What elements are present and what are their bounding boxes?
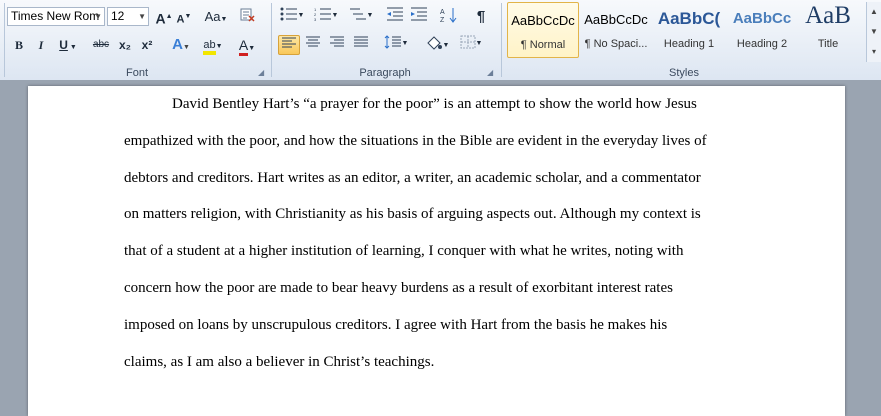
subscript-button[interactable]: x₂: [115, 35, 135, 55]
grow-font-button[interactable]: A▲: [155, 7, 173, 27]
shrink-font-button[interactable]: A▼: [175, 7, 193, 27]
underline-icon: U: [59, 38, 68, 52]
dialog-launcher-icon[interactable]: ◢: [487, 69, 495, 77]
document-page[interactable]: David Bentley Hart’s “a prayer for the p…: [28, 86, 845, 416]
highlight-button[interactable]: ab▼: [199, 35, 227, 55]
paragraph-group-label: Paragraph: [359, 67, 411, 79]
shading-button[interactable]: ▼: [422, 35, 452, 55]
align-center-button[interactable]: [302, 35, 324, 55]
paint-bucket-icon: [426, 36, 442, 50]
font-size-value: 12: [111, 9, 125, 23]
align-left-icon: [282, 37, 296, 48]
show-formatting-button[interactable]: ¶: [470, 7, 492, 27]
sort-button[interactable]: AZ: [438, 7, 460, 27]
font-group: Times New Rom ▼ 12 ▼ A▲ A▼ Aa▼ B I U ▼ a…: [5, 0, 269, 80]
grow-font-icon: A: [155, 10, 166, 27]
text-line[interactable]: claims, as I am also a believer in Chris…: [124, 354, 434, 371]
font-size-combo[interactable]: 12 ▼: [107, 7, 149, 26]
styles-group-label: Styles: [669, 67, 699, 79]
italic-icon: I: [38, 38, 44, 52]
multilevel-list-button[interactable]: ▼: [346, 7, 376, 27]
subscript-icon: x₂: [118, 38, 131, 52]
chevron-up-icon: ▲: [870, 7, 878, 16]
decrease-indent-button[interactable]: [384, 7, 406, 27]
text-line[interactable]: empathized with the poor, and how the si…: [124, 133, 707, 150]
text-line[interactable]: that of a student at a higher institutio…: [124, 243, 683, 260]
align-center-icon: [306, 36, 320, 47]
clear-formatting-icon: [240, 8, 255, 22]
chevron-down-icon[interactable]: ▼: [138, 8, 146, 25]
text-line[interactable]: imposed on loans by unscrupulous credito…: [124, 317, 667, 334]
ribbon: Times New Rom ▼ 12 ▼ A▲ A▼ Aa▼ B I U ▼ a…: [0, 0, 881, 81]
text-line[interactable]: debtors and creditors. Hart writes as an…: [124, 170, 701, 187]
separator: [501, 3, 502, 77]
svg-text:3: 3: [314, 17, 317, 21]
change-case-icon: Aa: [204, 9, 221, 24]
bold-button[interactable]: B: [9, 35, 29, 55]
text-line[interactable]: David Bentley Hart’s “a prayer for the p…: [172, 96, 697, 113]
multilevel-list-icon: [349, 8, 366, 20]
increase-indent-icon: [411, 7, 427, 21]
text-line[interactable]: concern how the poor are made to bear he…: [124, 280, 673, 297]
text-effects-icon: A: [172, 36, 183, 53]
numbering-icon: 123: [314, 7, 331, 22]
paragraph-group: ▼ 1 2 3 ▼ ▼ AZ ¶ ▼ ▼ ▼ Paragraph ◢: [272, 0, 498, 80]
change-case-button[interactable]: Aa▼: [203, 7, 229, 27]
strikethrough-icon: abc: [92, 39, 110, 50]
borders-button[interactable]: ▼: [456, 35, 486, 55]
font-name-value: Times New Rom: [11, 9, 100, 23]
italic-button[interactable]: I: [31, 35, 51, 55]
svg-text:Z: Z: [440, 17, 445, 23]
decrease-indent-icon: [387, 7, 403, 21]
align-right-icon: [330, 36, 344, 47]
styles-more[interactable]: ▾: [866, 42, 881, 62]
chevron-down-icon: ▼: [870, 27, 878, 36]
strikethrough-button[interactable]: abc: [89, 35, 113, 55]
align-left-button[interactable]: [278, 35, 300, 55]
chevron-down-icon[interactable]: ▼: [94, 8, 102, 25]
highlight-icon: ab: [203, 39, 216, 55]
clear-formatting-button[interactable]: [237, 7, 259, 27]
numbering-button[interactable]: 1 2 3 ▼: [312, 7, 340, 27]
align-right-button[interactable]: [326, 35, 348, 55]
increase-indent-button[interactable]: [408, 7, 430, 27]
styles-group: Styles: [503, 0, 865, 80]
more-icon: ▾: [871, 47, 876, 56]
bullets-icon: [280, 7, 297, 21]
superscript-button[interactable]: x²: [137, 35, 157, 55]
superscript-icon: x²: [141, 38, 153, 52]
text-effects-button[interactable]: A▼: [169, 35, 193, 55]
styles-scroll-up[interactable]: ▲: [866, 2, 881, 22]
font-color-button[interactable]: A▼: [233, 35, 261, 56]
shrink-font-icon: A: [176, 13, 185, 26]
sort-icon: AZ: [440, 8, 457, 24]
underline-button[interactable]: U ▼: [55, 35, 81, 55]
bold-icon: B: [14, 38, 23, 52]
pilcrow-icon: ¶: [476, 8, 486, 25]
line-spacing-button[interactable]: ▼: [380, 35, 412, 55]
font-name-combo[interactable]: Times New Rom ▼: [7, 7, 105, 26]
dialog-launcher-icon[interactable]: ◢: [258, 69, 266, 77]
line-spacing-icon: [384, 35, 401, 49]
styles-scroll-down[interactable]: ▼: [866, 22, 881, 42]
justify-button[interactable]: [350, 35, 372, 55]
borders-icon: [460, 35, 476, 49]
bullets-button[interactable]: ▼: [278, 7, 306, 27]
justify-icon: [354, 36, 368, 47]
font-color-icon: A: [238, 37, 249, 56]
font-group-label: Font: [125, 67, 148, 79]
text-line[interactable]: on matters religion, with Christianity a…: [124, 206, 701, 223]
svg-text:A: A: [440, 9, 445, 16]
